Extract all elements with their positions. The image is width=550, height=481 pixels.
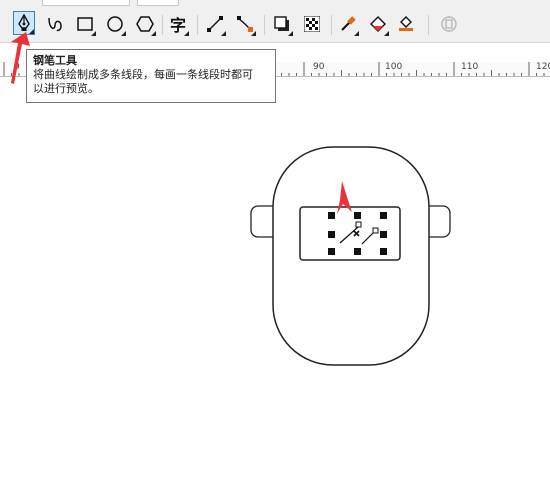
mask-visor (299, 206, 401, 261)
polygon-tool-button[interactable] (134, 12, 156, 36)
flyout-indicator-icon (384, 31, 389, 36)
mask-left-ear (250, 205, 280, 238)
flyout-indicator-icon (121, 31, 126, 36)
dimension-tool-button[interactable] (234, 12, 256, 36)
ruler-label-120: 120 (536, 62, 550, 72)
toolbox: 字 (0, 7, 550, 43)
flyout-indicator-icon (288, 31, 293, 36)
disabled-tool-icon (440, 15, 458, 33)
segment-node-1 (355, 221, 362, 228)
flyout-indicator-icon (221, 31, 226, 36)
mask-body (272, 146, 430, 366)
tooltip-title: 钢笔工具 (33, 54, 77, 67)
flyout-indicator-icon (151, 31, 156, 36)
flyout-indicator-icon (184, 31, 189, 36)
ruler-label-90: 90 (313, 62, 325, 72)
flyout-indicator-icon (251, 31, 256, 36)
pen-segment-2 (361, 230, 376, 245)
pen-tool-tooltip: 钢笔工具 将曲线绘制成多条线段，每画一条线段时都可 以进行预览。 (26, 49, 276, 103)
selection-handles (328, 212, 387, 255)
rectangle-tool-button[interactable] (74, 12, 96, 36)
checkerboard-icon (304, 16, 320, 32)
ruler-label-100: 100 (385, 62, 403, 72)
pen-tool-button[interactable] (13, 11, 35, 35)
extra-tool-button[interactable] (438, 12, 460, 36)
flyout-indicator-icon (354, 31, 359, 36)
ruler-label-110: 110 (461, 62, 479, 72)
curve-tool-button[interactable] (44, 12, 66, 36)
toolbar-separator (197, 15, 198, 35)
connector-tool-button[interactable] (204, 12, 226, 36)
toolbar-separator (162, 15, 163, 35)
flyout-indicator-icon (91, 31, 96, 36)
center-x-marker (353, 230, 360, 237)
top-strip (0, 0, 550, 7)
interactive-fill-tool-button[interactable] (395, 12, 417, 36)
smart-fill-icon (397, 15, 415, 33)
flyout-indicator-icon (29, 29, 34, 34)
toolbar-separator (331, 15, 332, 35)
mask-right-ear (421, 205, 451, 238)
text-tool-button[interactable]: 字 (167, 12, 189, 36)
ruler-label-left: 9 (14, 62, 20, 72)
toolbar-separator (264, 15, 265, 35)
top-field-right[interactable] (137, 0, 179, 6)
eyedropper-tool-button[interactable] (337, 12, 359, 36)
transparency-tool-button[interactable] (301, 12, 323, 36)
tooltip-line-2: 以进行预览。 (33, 82, 99, 95)
annotation-arrow-canvas (337, 181, 352, 214)
spiral-curve-icon (46, 15, 64, 33)
pen-segment-1 (339, 226, 359, 244)
tooltip-line-1: 将曲线绘制成多条线段，每画一条线段时都可 (33, 68, 253, 81)
toolbar-separator (428, 15, 429, 35)
segment-node-2 (372, 227, 379, 234)
top-field-left[interactable] (42, 0, 130, 6)
ellipse-tool-button[interactable] (104, 12, 126, 36)
drop-shadow-tool-button[interactable] (271, 12, 293, 36)
fill-tool-button[interactable] (367, 12, 389, 36)
